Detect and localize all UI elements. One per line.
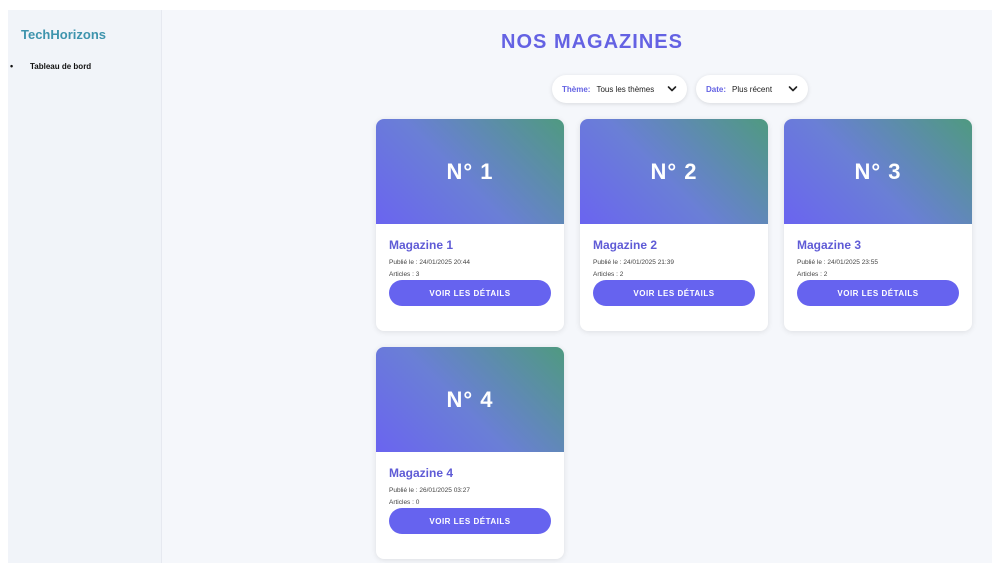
bullet-icon: • — [10, 61, 14, 71]
magazine-card: N° 2 Magazine 2 Publié le : 24/01/2025 2… — [580, 119, 768, 331]
view-details-button[interactable]: VOIR LES DÉTAILS — [797, 280, 959, 306]
sidebar-item-label: Tableau de bord — [30, 61, 92, 71]
page-title-text: NOS MAGAZINES — [501, 31, 683, 53]
app-window: TechHorizons • Tableau de bord NOS MAGAZ… — [8, 10, 992, 563]
brand-logo[interactable]: TechHorizons — [21, 27, 106, 42]
magazine-article-count: Articles : 0 — [389, 499, 420, 506]
magazine-title: Magazine 3 — [797, 238, 862, 252]
magazine-title: Magazine 4 — [389, 466, 454, 480]
sidebar: TechHorizons • Tableau de bord — [8, 10, 162, 563]
view-details-button[interactable]: VOIR LES DÉTAILS — [593, 280, 755, 306]
magazine-published-date: Publié le : 24/01/2025 20:44 — [389, 259, 470, 266]
magazine-number-banner: N° 2 — [580, 119, 768, 224]
magazine-published-date: Publié le : 24/01/2025 21:39 — [593, 259, 674, 266]
theme-filter-label: Thème: — [562, 84, 591, 94]
magazine-title: Magazine 1 — [389, 238, 454, 252]
view-details-button[interactable]: VOIR LES DÉTAILS — [389, 280, 551, 306]
page-title: NOS MAGAZINES — [162, 31, 992, 54]
chevron-down-icon — [667, 86, 677, 92]
magazine-article-count: Articles : 2 — [797, 271, 828, 278]
main-content: NOS MAGAZINES Thème: Tous les thèmes Dat… — [162, 10, 992, 563]
date-filter-value: Plus récent — [732, 84, 773, 94]
view-details-button[interactable]: VOIR LES DÉTAILS — [389, 508, 551, 534]
magazine-number-banner: N° 3 — [784, 119, 972, 224]
magazine-published-date: Publié le : 24/01/2025 23:55 — [797, 259, 878, 266]
chevron-down-icon — [788, 86, 798, 92]
magazine-article-count: Articles : 3 — [389, 271, 420, 278]
magazine-number-banner: N° 4 — [376, 347, 564, 452]
magazine-published-date: Publié le : 26/01/2025 03:27 — [389, 487, 470, 494]
date-filter-select[interactable]: Date: Plus récent — [696, 75, 808, 103]
theme-filter-select[interactable]: Thème: Tous les thèmes — [552, 75, 687, 103]
magazine-card: N° 1 Magazine 1 Publié le : 24/01/2025 2… — [376, 119, 564, 331]
magazine-number-banner: N° 1 — [376, 119, 564, 224]
magazine-title: Magazine 2 — [593, 238, 658, 252]
magazine-article-count: Articles : 2 — [593, 271, 624, 278]
sidebar-item-dashboard[interactable]: • Tableau de bord — [10, 54, 144, 78]
magazine-card: N° 4 Magazine 4 Publié le : 26/01/2025 0… — [376, 347, 564, 559]
theme-filter-value: Tous les thèmes — [596, 84, 655, 94]
magazine-card: N° 3 Magazine 3 Publié le : 24/01/2025 2… — [784, 119, 972, 331]
date-filter-label: Date: — [706, 84, 727, 94]
